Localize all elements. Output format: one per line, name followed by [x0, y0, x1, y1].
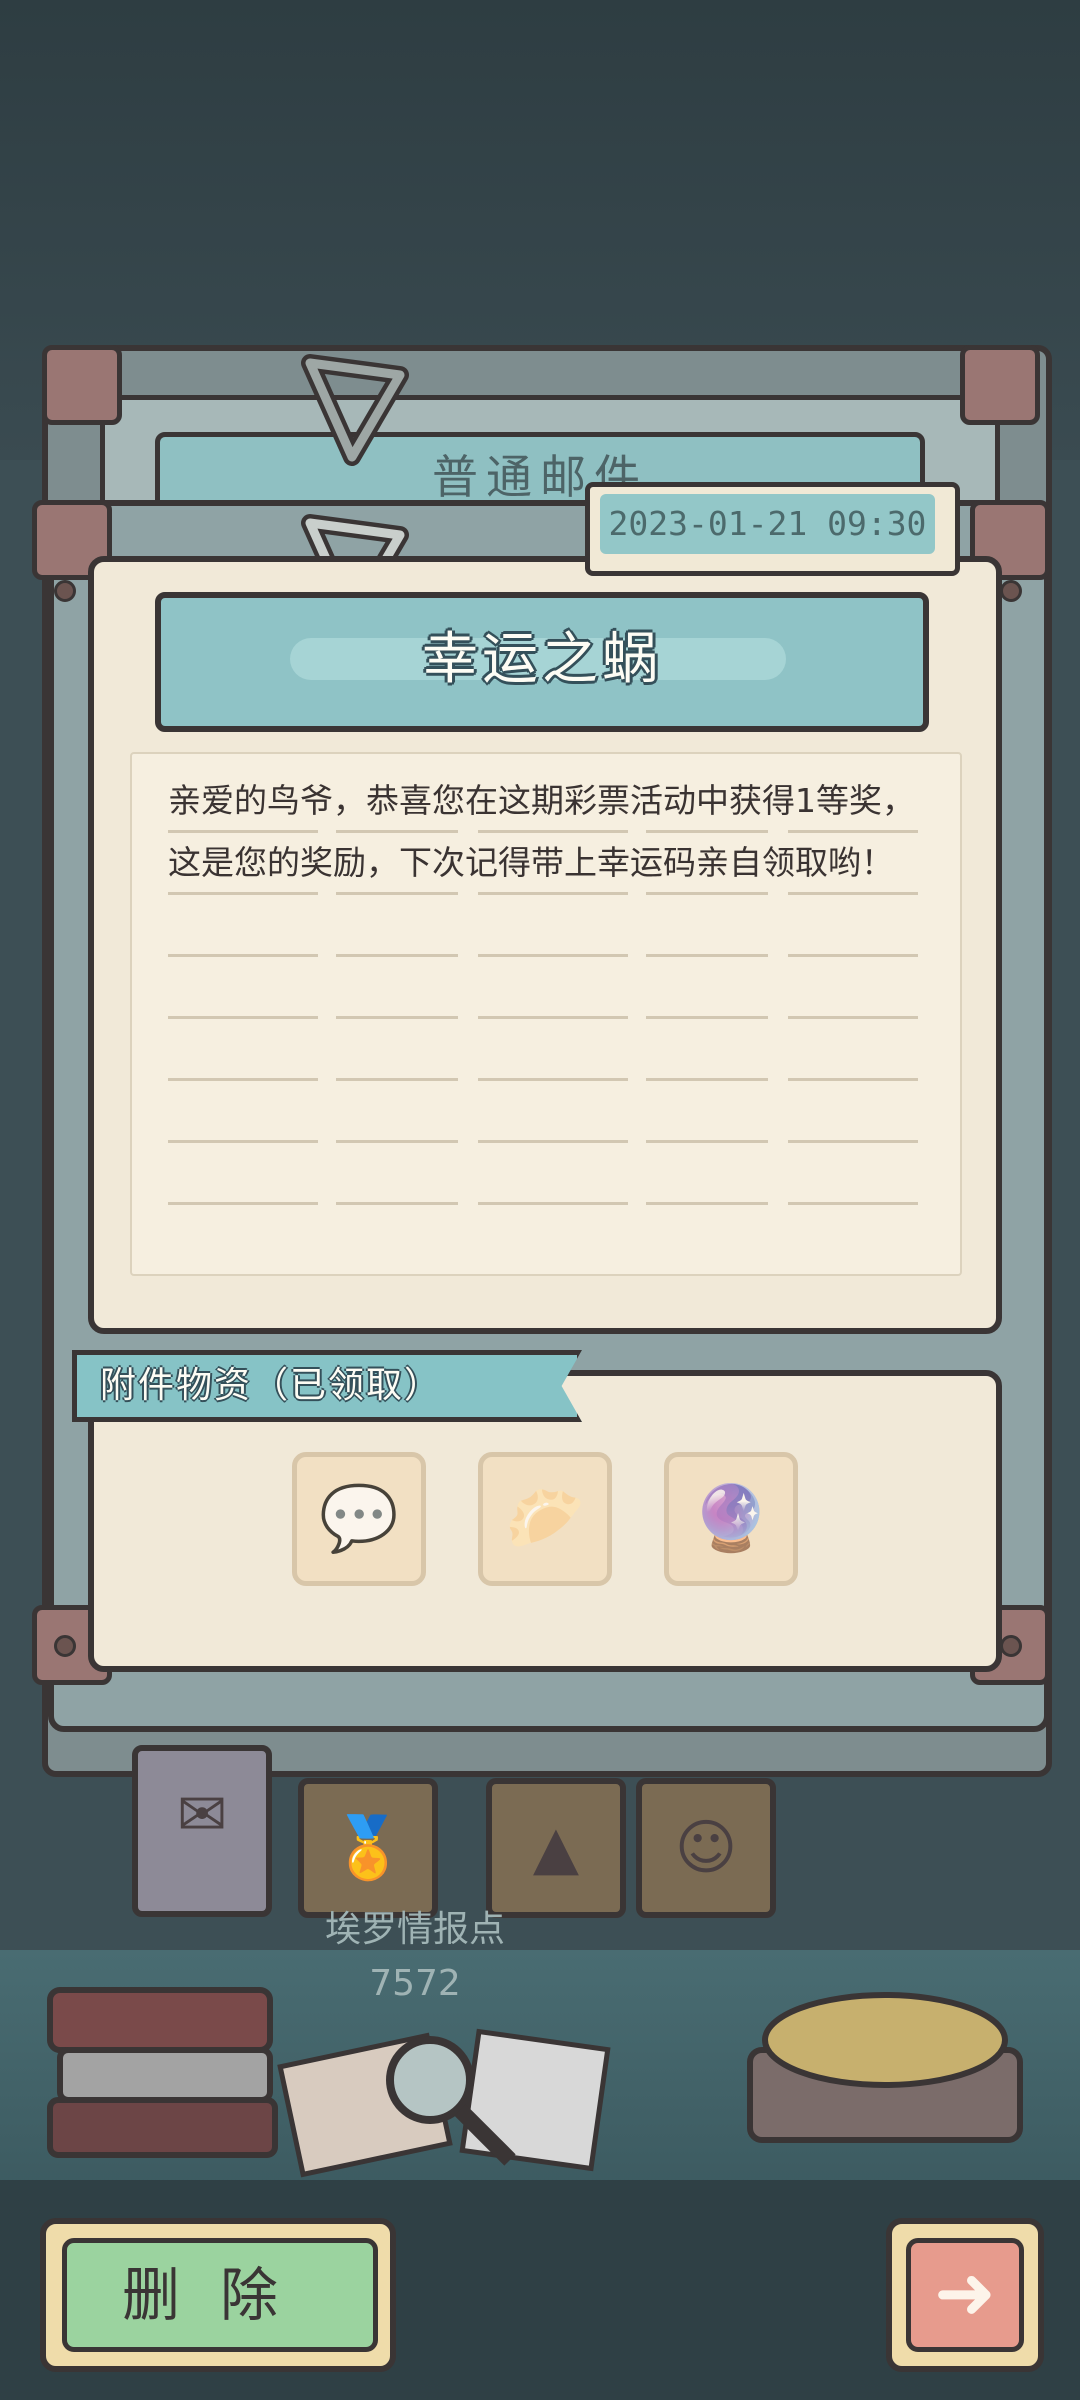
frame-corner: [42, 345, 122, 425]
paper-clip-icon: [301, 354, 409, 466]
sign-icon: ▲: [532, 1813, 580, 1883]
mail-date: 2023-01-21 09:30: [600, 494, 935, 554]
bolt: [54, 1635, 76, 1657]
intel-points-label: 埃罗情报点: [324, 1909, 505, 1950]
mail-title: 幸运之蜗: [422, 627, 662, 692]
character-icon: ☺: [674, 1813, 738, 1883]
intel-points-value: 7572: [369, 1963, 461, 2004]
next-arrow-icon[interactable]: ➜: [906, 2238, 1024, 2352]
treasure-box-icon: [747, 1992, 1023, 2143]
medal-icon: 🏅: [330, 1813, 406, 1883]
attachment-label: 附件物资（已领取）: [100, 1365, 443, 1406]
ruled-line: [168, 1140, 918, 1143]
crystal-ball-icon: 🔮: [691, 1482, 771, 1556]
attachment-slot[interactable]: 💬: [292, 1452, 426, 1586]
mail-message: 亲爱的鸟爷，恭喜您在这期彩票活动中获得1等奖，这是您的奖励，下次记得带上幸运码亲…: [168, 781, 915, 882]
bolt: [54, 580, 76, 602]
bolt: [1000, 1635, 1022, 1657]
attachment-slot[interactable]: 🔮: [664, 1452, 798, 1586]
book-stack-icon: [47, 1987, 278, 2158]
delete-button[interactable]: 删除: [62, 2238, 378, 2352]
tab-character[interactable]: ☺: [636, 1778, 776, 1918]
ruled-line: [168, 1078, 918, 1081]
bolt: [1000, 580, 1022, 602]
ruled-line: [168, 1202, 918, 1205]
tab-shop[interactable]: ▲: [486, 1778, 626, 1918]
frame-corner: [960, 345, 1040, 425]
ruled-line: [168, 1016, 918, 1019]
dumpling-icon: 🥟: [505, 1482, 585, 1556]
tab-mail[interactable]: ✉: [132, 1745, 272, 1917]
ruled-line: [168, 954, 918, 957]
papers-magnifier-icon: [277, 2028, 611, 2178]
envelope-icon: ✉: [176, 1780, 228, 1850]
ghost-icon: 💬: [319, 1482, 399, 1556]
tab-award[interactable]: 🏅: [298, 1778, 438, 1918]
attachment-slot[interactable]: 🥟: [478, 1452, 612, 1586]
